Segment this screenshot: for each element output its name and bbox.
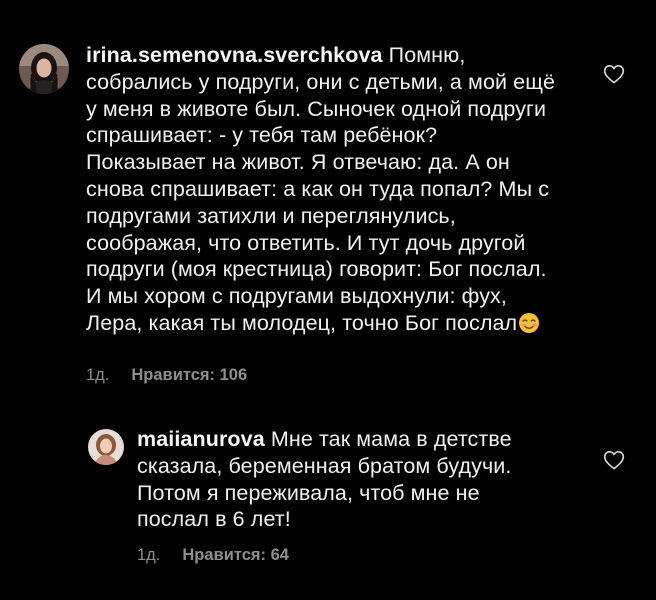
comment-username[interactable]: maiianurova <box>137 427 265 451</box>
like-button[interactable] <box>603 450 625 470</box>
comment-body: maiianurova Мне так мама в детстве сказа… <box>137 426 537 533</box>
comment-meta: 1д. Нравится: 106 <box>86 366 247 385</box>
avatar[interactable] <box>19 44 69 94</box>
comment-timestamp: 1д. <box>86 366 110 384</box>
user-avatar-icon <box>88 429 124 465</box>
comment-likes-count[interactable]: Нравится: 106 <box>131 366 247 385</box>
comment-meta: 1д. Нравится: 64 <box>137 546 289 565</box>
heart-outline-icon <box>603 65 625 84</box>
comment-body: irina.semenovna.sverchkova Помню, собрал… <box>86 42 556 337</box>
comment-likes-count[interactable]: Нравится: 64 <box>182 546 289 565</box>
user-avatar-icon <box>19 44 69 94</box>
comment-item: irina.semenovna.sverchkova Помню, собрал… <box>0 0 656 400</box>
comment-username[interactable]: irina.semenovna.sverchkova <box>86 43 383 67</box>
like-button[interactable] <box>603 64 625 84</box>
comment-item: maiianurova Мне так мама в детстве сказа… <box>0 400 656 600</box>
comment-timestamp: 1д. <box>137 546 161 564</box>
avatar[interactable] <box>88 429 124 465</box>
heart-outline-icon <box>603 451 625 470</box>
comment-text: Помню, собрались у подруги, они с детьми… <box>86 43 556 335</box>
smiling-face-with-blush-emoji-icon <box>518 312 540 334</box>
